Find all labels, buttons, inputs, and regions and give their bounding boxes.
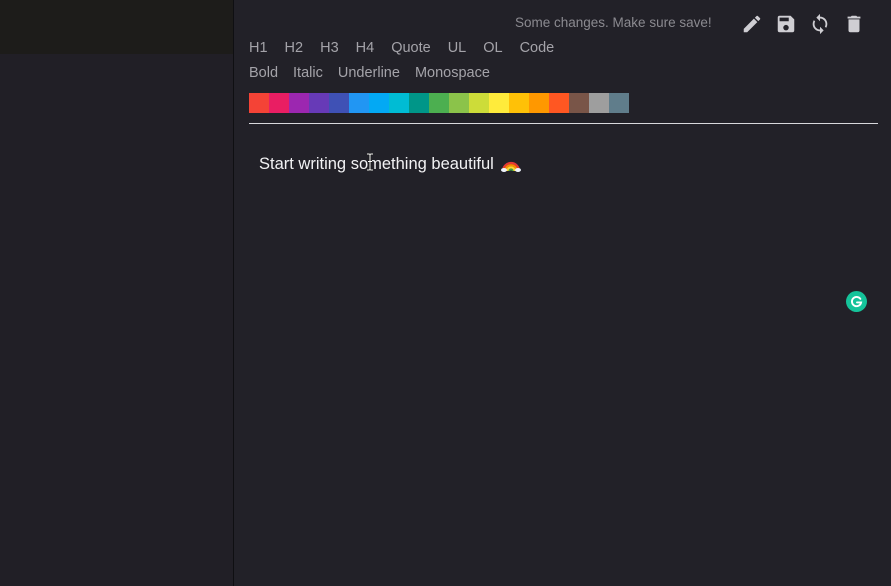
quote-button[interactable]: Quote — [391, 40, 431, 56]
sync-button[interactable] — [808, 12, 832, 36]
color-swatch[interactable] — [309, 93, 329, 113]
underline-button[interactable]: Underline — [338, 65, 400, 81]
h4-button[interactable]: H4 — [356, 40, 375, 56]
grammarly-icon — [851, 296, 863, 308]
bold-button[interactable]: Bold — [249, 65, 278, 81]
h2-button[interactable]: H2 — [285, 40, 304, 56]
text-cursor-icon — [367, 153, 373, 171]
color-swatch[interactable] — [529, 93, 549, 113]
pencil-icon — [743, 15, 761, 33]
h1-button[interactable]: H1 — [249, 40, 268, 56]
color-swatch[interactable] — [429, 93, 449, 113]
color-swatch[interactable] — [549, 93, 569, 113]
action-toolbar — [740, 12, 866, 36]
trash-icon — [847, 15, 861, 33]
h3-button[interactable]: H3 — [320, 40, 339, 56]
color-swatch[interactable] — [269, 93, 289, 113]
color-swatch[interactable] — [569, 93, 589, 113]
color-swatch[interactable] — [449, 93, 469, 113]
toolbar-divider — [249, 123, 878, 124]
italic-button[interactable]: Italic — [293, 65, 323, 81]
save-button[interactable] — [774, 12, 798, 36]
block-format-toolbar: H1 H2 H3 H4 Quote UL OL Code — [249, 40, 554, 56]
floppy-disk-icon — [777, 15, 795, 33]
color-swatch[interactable] — [349, 93, 369, 113]
monospace-button[interactable]: Monospace — [415, 65, 490, 81]
unordered-list-button[interactable]: UL — [448, 40, 467, 56]
editor-pane: Some changes. Make sure save! H1 H2 H3 H… — [234, 0, 891, 586]
grammarly-button[interactable] — [846, 291, 867, 312]
color-swatch[interactable] — [409, 93, 429, 113]
sidebar-header — [0, 0, 233, 54]
color-swatch[interactable] — [589, 93, 609, 113]
color-swatch[interactable] — [249, 93, 269, 113]
color-palette — [249, 93, 629, 113]
color-swatch[interactable] — [369, 93, 389, 113]
color-swatch[interactable] — [329, 93, 349, 113]
delete-button[interactable] — [842, 12, 866, 36]
color-swatch[interactable] — [389, 93, 409, 113]
editor-content[interactable]: Start writing something beautiful — [259, 154, 522, 174]
code-block-button[interactable]: Code — [520, 40, 555, 56]
color-swatch[interactable] — [489, 93, 509, 113]
color-swatch[interactable] — [289, 93, 309, 113]
inline-style-toolbar: Bold Italic Underline Monospace — [249, 65, 490, 81]
color-swatch[interactable] — [469, 93, 489, 113]
sidebar — [0, 0, 234, 586]
sync-icon — [812, 13, 828, 35]
color-swatch[interactable] — [609, 93, 629, 113]
save-status-text: Some changes. Make sure save! — [515, 15, 712, 30]
ordered-list-button[interactable]: OL — [483, 40, 502, 56]
app-window: Some changes. Make sure save! H1 H2 H3 H… — [0, 0, 891, 586]
editor-text: Start writing something beautiful — [259, 155, 494, 173]
rainbow-icon — [501, 161, 522, 172]
color-swatch[interactable] — [509, 93, 529, 113]
edit-button[interactable] — [740, 12, 764, 36]
